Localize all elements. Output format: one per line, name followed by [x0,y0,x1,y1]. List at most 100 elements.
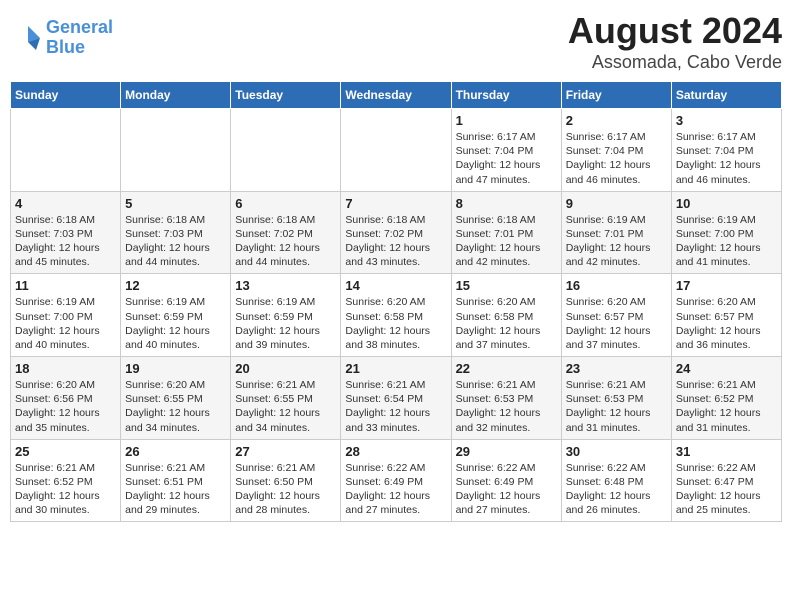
day-number: 29 [456,444,557,459]
day-info: Sunrise: 6:17 AM Sunset: 7:04 PM Dayligh… [676,130,777,187]
calendar-cell: 22Sunrise: 6:21 AM Sunset: 6:53 PM Dayli… [451,357,561,440]
day-header-tuesday: Tuesday [231,82,341,109]
calendar-header: SundayMondayTuesdayWednesdayThursdayFrid… [11,82,782,109]
week-row-3: 11 Sunrise: 6:19 AM Sunset: 7:00 PM Dayli… [11,274,782,357]
day-info: Sunrise: 6:21 AM Sunset: 6:55 PM Dayligh… [235,378,336,435]
day-info: Sunrise: 6:20 AM Sunset: 6:58 PM Dayligh… [456,295,557,352]
calendar-cell: 23 Sunrise: 6:21 AM Sunset: 6:53 PM Dayli… [561,357,671,440]
day-info: Sunrise: 6:21 AM Sunset: 6:51 PM Dayligh… [125,461,226,518]
day-info: Sunrise: 6:20 AM Sunset: 6:57 PM Dayligh… [566,295,667,352]
logo-line2: Blue [46,37,85,57]
day-info: Sunrise: 6:21 AM Sunset: 6:54 PM Dayligh… [345,378,446,435]
calendar-table: SundayMondayTuesdayWednesdayThursdayFrid… [10,81,782,522]
day-number: 12 [125,278,226,293]
day-number: 28 [345,444,446,459]
day-info: Sunrise: 6:22 AM Sunset: 6:47 PM Dayligh… [676,461,777,518]
calendar-cell: 20Sunrise: 6:21 AM Sunset: 6:55 PM Dayli… [231,357,341,440]
day-number: 24 [676,361,777,376]
header-row: SundayMondayTuesdayWednesdayThursdayFrid… [11,82,782,109]
calendar-cell: 21 Sunrise: 6:21 AM Sunset: 6:54 PM Dayli… [341,357,451,440]
calendar-cell: 18Sunrise: 6:20 AM Sunset: 6:56 PM Dayli… [11,357,121,440]
calendar-cell [121,109,231,192]
page-title: August 2024 [568,10,782,52]
calendar-cell: 19 Sunrise: 6:20 AM Sunset: 6:55 PM Dayli… [121,357,231,440]
calendar-cell [11,109,121,192]
calendar-cell: 13 Sunrise: 6:19 AM Sunset: 6:59 PM Dayli… [231,274,341,357]
calendar-cell: 30 Sunrise: 6:22 AM Sunset: 6:48 PM Dayli… [561,439,671,522]
day-header-monday: Monday [121,82,231,109]
day-info: Sunrise: 6:21 AM Sunset: 6:53 PM Dayligh… [566,378,667,435]
day-info: Sunrise: 6:19 AM Sunset: 6:59 PM Dayligh… [235,295,336,352]
day-number: 18 [15,361,116,376]
calendar-cell [341,109,451,192]
day-header-friday: Friday [561,82,671,109]
day-number: 16 [566,278,667,293]
week-row-4: 18Sunrise: 6:20 AM Sunset: 6:56 PM Dayli… [11,357,782,440]
calendar-cell: 3 Sunrise: 6:17 AM Sunset: 7:04 PM Daylig… [671,109,781,192]
day-info: Sunrise: 6:19 AM Sunset: 7:00 PM Dayligh… [676,213,777,270]
calendar-cell: 4 Sunrise: 6:18 AM Sunset: 7:03 PM Daylig… [11,191,121,274]
calendar-cell: 2Sunrise: 6:17 AM Sunset: 7:04 PM Daylig… [561,109,671,192]
calendar-body: 1 Sunrise: 6:17 AM Sunset: 7:04 PM Daylig… [11,109,782,522]
calendar-cell: 31Sunrise: 6:22 AM Sunset: 6:47 PM Dayli… [671,439,781,522]
day-info: Sunrise: 6:19 AM Sunset: 7:00 PM Dayligh… [15,295,116,352]
day-number: 5 [125,196,226,211]
day-number: 27 [235,444,336,459]
day-number: 22 [456,361,557,376]
calendar-cell: 24 Sunrise: 6:21 AM Sunset: 6:52 PM Dayli… [671,357,781,440]
logo-text: General Blue [46,18,113,58]
calendar-cell: 6Sunrise: 6:18 AM Sunset: 7:02 PM Daylig… [231,191,341,274]
day-info: Sunrise: 6:19 AM Sunset: 6:59 PM Dayligh… [125,295,226,352]
day-header-wednesday: Wednesday [341,82,451,109]
calendar-cell: 29 Sunrise: 6:22 AM Sunset: 6:49 PM Dayli… [451,439,561,522]
day-info: Sunrise: 6:18 AM Sunset: 7:02 PM Dayligh… [235,213,336,270]
day-info: Sunrise: 6:18 AM Sunset: 7:02 PM Dayligh… [345,213,446,270]
day-info: Sunrise: 6:18 AM Sunset: 7:01 PM Dayligh… [456,213,557,270]
calendar-cell: 5 Sunrise: 6:18 AM Sunset: 7:03 PM Daylig… [121,191,231,274]
day-info: Sunrise: 6:18 AM Sunset: 7:03 PM Dayligh… [125,213,226,270]
day-info: Sunrise: 6:20 AM Sunset: 6:55 PM Dayligh… [125,378,226,435]
calendar-cell: 16 Sunrise: 6:20 AM Sunset: 6:57 PM Dayli… [561,274,671,357]
calendar-cell: 12 Sunrise: 6:19 AM Sunset: 6:59 PM Dayli… [121,274,231,357]
day-number: 21 [345,361,446,376]
day-info: Sunrise: 6:21 AM Sunset: 6:52 PM Dayligh… [676,378,777,435]
day-number: 11 [15,278,116,293]
calendar-cell: 11 Sunrise: 6:19 AM Sunset: 7:00 PM Dayli… [11,274,121,357]
day-number: 1 [456,113,557,128]
day-number: 23 [566,361,667,376]
day-number: 25 [15,444,116,459]
day-info: Sunrise: 6:22 AM Sunset: 6:49 PM Dayligh… [456,461,557,518]
day-info: Sunrise: 6:22 AM Sunset: 6:49 PM Dayligh… [345,461,446,518]
calendar-cell: 10 Sunrise: 6:19 AM Sunset: 7:00 PM Dayli… [671,191,781,274]
day-number: 30 [566,444,667,459]
week-row-2: 4 Sunrise: 6:18 AM Sunset: 7:03 PM Daylig… [11,191,782,274]
day-number: 26 [125,444,226,459]
calendar-cell: 7Sunrise: 6:18 AM Sunset: 7:02 PM Daylig… [341,191,451,274]
day-header-thursday: Thursday [451,82,561,109]
calendar-cell: 25Sunrise: 6:21 AM Sunset: 6:52 PM Dayli… [11,439,121,522]
calendar-cell: 28 Sunrise: 6:22 AM Sunset: 6:49 PM Dayli… [341,439,451,522]
calendar-cell: 8Sunrise: 6:18 AM Sunset: 7:01 PM Daylig… [451,191,561,274]
calendar-cell: 1Sunrise: 6:17 AM Sunset: 7:04 PM Daylig… [451,109,561,192]
day-number: 10 [676,196,777,211]
day-number: 15 [456,278,557,293]
calendar-cell [231,109,341,192]
page-header: General Blue August 2024 Assomada, Cabo … [10,10,782,73]
day-number: 14 [345,278,446,293]
day-number: 4 [15,196,116,211]
calendar-cell: 17Sunrise: 6:20 AM Sunset: 6:57 PM Dayli… [671,274,781,357]
day-number: 3 [676,113,777,128]
logo: General Blue [10,18,113,58]
day-number: 2 [566,113,667,128]
week-row-5: 25Sunrise: 6:21 AM Sunset: 6:52 PM Dayli… [11,439,782,522]
day-info: Sunrise: 6:18 AM Sunset: 7:03 PM Dayligh… [15,213,116,270]
day-number: 13 [235,278,336,293]
day-number: 17 [676,278,777,293]
calendar-cell: 27 Sunrise: 6:21 AM Sunset: 6:50 PM Dayli… [231,439,341,522]
day-number: 19 [125,361,226,376]
calendar-cell: 26 Sunrise: 6:21 AM Sunset: 6:51 PM Dayli… [121,439,231,522]
day-info: Sunrise: 6:22 AM Sunset: 6:48 PM Dayligh… [566,461,667,518]
day-info: Sunrise: 6:21 AM Sunset: 6:50 PM Dayligh… [235,461,336,518]
logo-line1: General [46,17,113,37]
day-info: Sunrise: 6:19 AM Sunset: 7:01 PM Dayligh… [566,213,667,270]
